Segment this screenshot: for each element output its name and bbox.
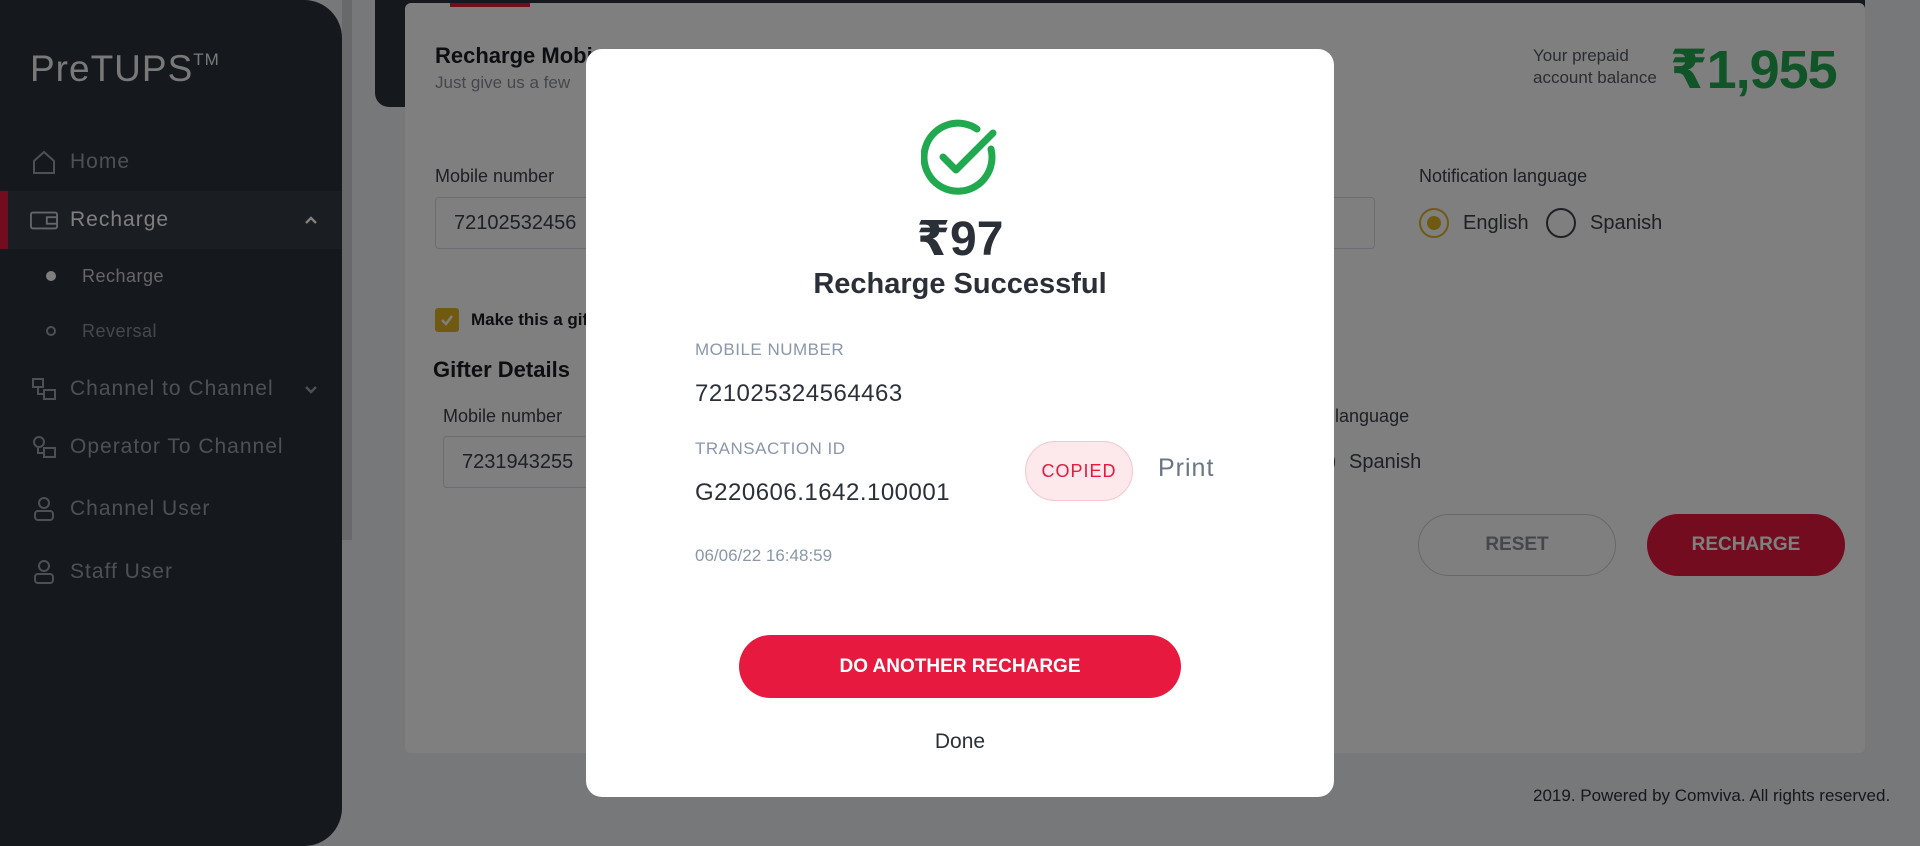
transaction-id-label: TRANSACTION ID — [695, 439, 846, 458]
mobile-number-value: 721025324564463 — [695, 380, 903, 407]
success-modal: ₹97 Recharge Successful MOBILE NUMBER 72… — [586, 49, 1334, 797]
success-check-icon — [920, 119, 999, 197]
transaction-timestamp: 06/06/22 16:48:59 — [695, 546, 833, 565]
copied-button[interactable]: COPIED — [1025, 441, 1133, 501]
done-button[interactable]: Done — [586, 730, 1334, 754]
transaction-id-value: G220606.1642.100001 — [695, 479, 951, 506]
print-link[interactable]: Print — [1158, 454, 1214, 483]
success-message: Recharge Successful — [813, 268, 1107, 300]
do-another-recharge-button[interactable]: DO ANOTHER RECHARGE — [739, 635, 1181, 698]
mobile-number-label: MOBILE NUMBER — [695, 340, 845, 359]
recharge-amount: ₹97 — [916, 213, 1004, 266]
